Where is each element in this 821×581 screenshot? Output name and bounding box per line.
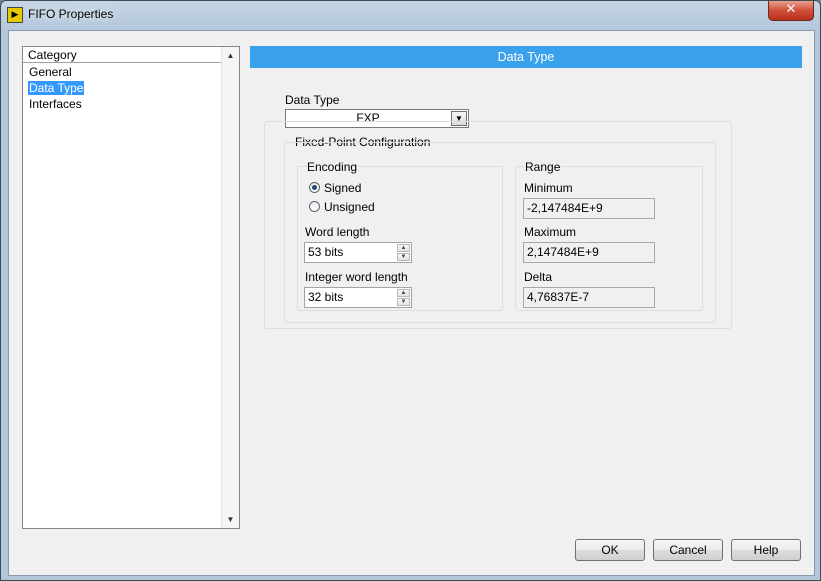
integer-word-length-spin-buttons[interactable]: ▲ ▼ bbox=[397, 289, 410, 306]
category-item-data-type[interactable]: Data Type bbox=[23, 80, 222, 96]
close-button[interactable]: ✕ bbox=[768, 1, 814, 21]
decrement-icon[interactable]: ▼ bbox=[397, 298, 410, 306]
fifo-properties-dialog: ▶ FIFO Properties ✕ Category General Dat… bbox=[0, 0, 821, 581]
delta-label: Delta bbox=[524, 270, 553, 284]
integer-word-length-stepper[interactable]: 32 bits ▲ ▼ bbox=[304, 287, 412, 308]
dialog-client-area: Category General Data Type Interfaces ▲ … bbox=[8, 30, 815, 576]
category-list[interactable]: Category General Data Type Interfaces ▲ … bbox=[22, 46, 240, 529]
radio-selected-dot bbox=[312, 185, 317, 190]
minimum-label: Minimum bbox=[524, 181, 573, 195]
word-length-value[interactable]: 53 bits bbox=[308, 243, 343, 262]
radio-signed-icon[interactable] bbox=[309, 182, 320, 193]
radio-signed-label[interactable]: Signed bbox=[324, 181, 361, 195]
encoding-group-title: Encoding bbox=[306, 160, 359, 174]
category-list-header: Category bbox=[23, 47, 221, 63]
scroll-up-icon[interactable]: ▲ bbox=[222, 47, 239, 64]
data-type-label: Data Type bbox=[285, 93, 340, 107]
category-item-label: General bbox=[29, 65, 72, 79]
maximum-label: Maximum bbox=[524, 225, 577, 239]
category-items: General Data Type Interfaces bbox=[23, 64, 222, 112]
cancel-button[interactable]: Cancel bbox=[653, 539, 723, 561]
scroll-down-icon[interactable]: ▼ bbox=[222, 511, 239, 528]
radio-unsigned-icon[interactable] bbox=[309, 201, 320, 212]
word-length-stepper[interactable]: 53 bits ▲ ▼ bbox=[304, 242, 412, 263]
integer-word-length-label: Integer word length bbox=[305, 270, 408, 284]
category-item-interfaces[interactable]: Interfaces bbox=[23, 96, 222, 112]
maximum-value: 2,147484E+9 bbox=[523, 242, 655, 263]
labview-app-icon: ▶ bbox=[7, 7, 23, 23]
word-length-label: Word length bbox=[305, 225, 370, 239]
increment-icon[interactable]: ▲ bbox=[397, 244, 410, 252]
radio-unsigned-label[interactable]: Unsigned bbox=[324, 200, 375, 214]
increment-icon[interactable]: ▲ bbox=[397, 289, 410, 297]
integer-word-length-value[interactable]: 32 bits bbox=[308, 288, 343, 307]
window-title: FIFO Properties bbox=[28, 7, 114, 21]
category-item-label: Data Type bbox=[28, 81, 85, 95]
category-item-general[interactable]: General bbox=[23, 64, 222, 80]
ok-button[interactable]: OK bbox=[575, 539, 645, 561]
range-group-title: Range bbox=[524, 160, 562, 174]
decrement-icon[interactable]: ▼ bbox=[397, 253, 410, 261]
category-item-label: Interfaces bbox=[29, 97, 82, 111]
minimum-value: -2,147484E+9 bbox=[523, 198, 655, 219]
category-scrollbar[interactable]: ▲ ▼ bbox=[221, 47, 239, 528]
help-button[interactable]: Help bbox=[731, 539, 801, 561]
word-length-spin-buttons[interactable]: ▲ ▼ bbox=[397, 244, 410, 261]
page-banner-title: Data Type bbox=[250, 46, 802, 68]
title-bar[interactable]: ▶ FIFO Properties ✕ bbox=[1, 1, 820, 29]
delta-value: 4,76837E-7 bbox=[523, 287, 655, 308]
